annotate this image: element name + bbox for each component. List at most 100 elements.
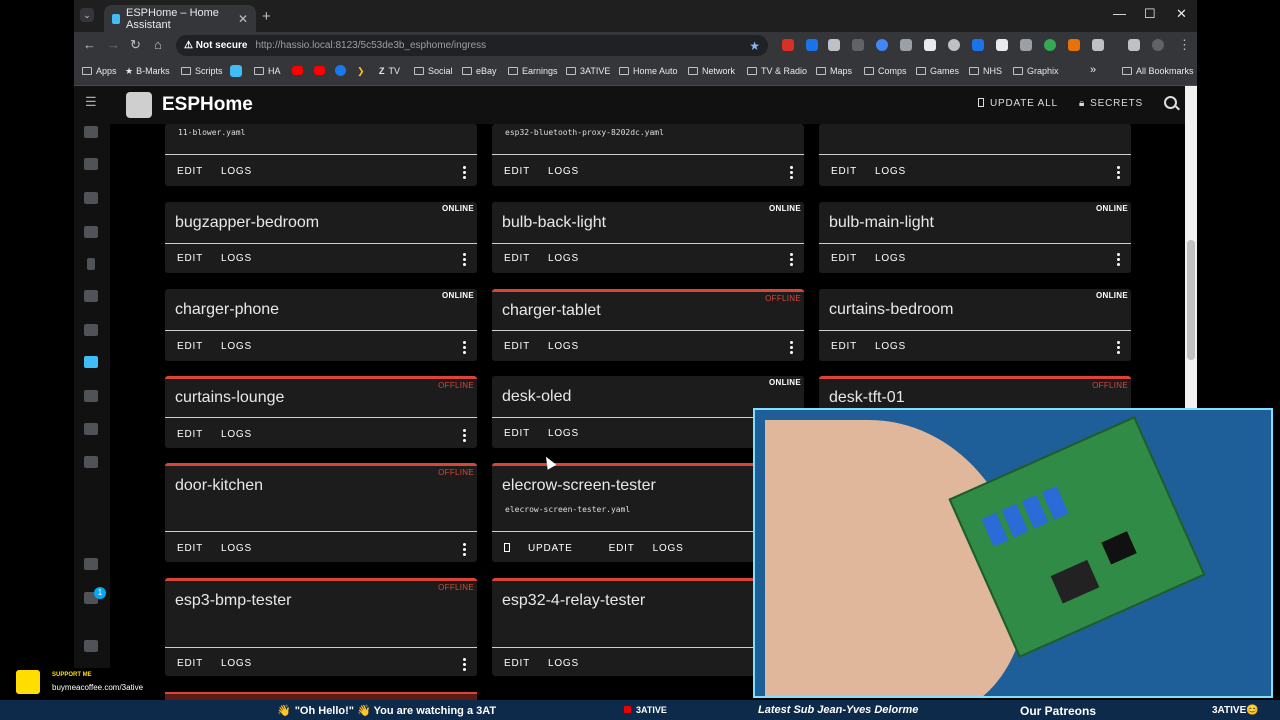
edit-button[interactable]: EDIT <box>831 341 857 352</box>
all-bookmarks[interactable]: All Bookmarks <box>1122 66 1194 76</box>
bookmark-earnings[interactable]: Earnings <box>508 66 558 76</box>
energy-icon[interactable] <box>87 258 95 270</box>
bookmark-maps[interactable]: Maps <box>816 66 852 76</box>
logs-button[interactable]: LOGS <box>221 253 252 264</box>
overflow-menu-icon[interactable] <box>790 166 793 181</box>
sidebar-menu-icon[interactable]: ☰ <box>85 94 97 110</box>
extension-icon[interactable] <box>972 39 984 51</box>
update-button[interactable]: UPDATE <box>504 543 591 554</box>
not-secure-label[interactable]: ⚠ Not secure <box>184 40 247 51</box>
bookmark-ha[interactable]: HA <box>254 66 281 76</box>
logs-button[interactable]: LOGS <box>548 166 579 177</box>
chart-icon[interactable] <box>84 226 98 238</box>
logs-button[interactable]: LOGS <box>548 428 579 439</box>
scrollbar-thumb[interactable] <box>1187 240 1195 360</box>
search-icon[interactable] <box>1164 96 1177 109</box>
extension-icon[interactable] <box>876 39 888 51</box>
logs-button[interactable]: LOGS <box>221 429 252 440</box>
camera-icon[interactable] <box>84 192 98 204</box>
edit-button[interactable]: EDIT <box>831 253 857 264</box>
logs-button[interactable]: LOGS <box>221 658 252 669</box>
extension-icon[interactable] <box>1044 39 1056 51</box>
bookmark-3ative[interactable]: 3ATIVE <box>566 66 610 76</box>
bookmark-tv[interactable]: Z TV <box>379 66 400 76</box>
logs-button[interactable]: LOGS <box>221 543 252 554</box>
logs-button[interactable]: LOGS <box>653 543 684 554</box>
extension-icon[interactable] <box>996 39 1008 51</box>
extension-icon[interactable] <box>782 39 794 51</box>
plex-icon[interactable]: ❯ <box>357 66 365 77</box>
bookmark-comps[interactable]: Comps <box>864 66 907 76</box>
youtube-icon[interactable] <box>314 66 325 75</box>
esphome-icon[interactable] <box>84 356 98 368</box>
close-tab-icon[interactable]: ✕ <box>238 12 248 26</box>
overflow-menu-icon[interactable] <box>1117 253 1120 268</box>
bookmark-apps[interactable]: Apps <box>82 66 117 76</box>
overflow-menu-icon[interactable] <box>790 253 793 268</box>
vscode-icon[interactable] <box>84 456 98 468</box>
minimize-button[interactable]: — <box>1113 6 1126 21</box>
address-bar[interactable]: ⚠ Not secure http://hassio.local:8123/5c… <box>176 35 768 56</box>
bookmark-tv-radio[interactable]: TV & Radio <box>747 66 807 76</box>
bookmark-games[interactable]: Games <box>916 66 959 76</box>
extension-icon[interactable] <box>1068 39 1080 51</box>
overflow-menu-icon[interactable] <box>790 341 793 356</box>
media-browser-icon[interactable] <box>84 390 98 402</box>
home-button[interactable]: ⌂ <box>154 37 162 52</box>
reload-button[interactable]: ↻ <box>130 37 141 53</box>
overflow-menu-icon[interactable] <box>463 341 466 356</box>
extension-icon[interactable] <box>948 39 960 51</box>
youtube-icon[interactable] <box>292 66 303 75</box>
back-button[interactable]: ← <box>83 37 96 52</box>
history-icon[interactable] <box>84 290 98 302</box>
secrets-button[interactable]: 🔒︎ SECRETS <box>1079 98 1143 109</box>
browser-menu-icon[interactable]: ⋮ <box>1178 37 1191 53</box>
more-bookmarks-button[interactable]: » <box>1090 64 1096 76</box>
close-window-button[interactable]: ✕ <box>1176 6 1187 22</box>
edit-button[interactable]: EDIT <box>504 428 530 439</box>
developer-tools-icon[interactable] <box>84 558 98 570</box>
bookmark-network[interactable]: Network <box>688 66 735 76</box>
bookmark-social[interactable]: Social <box>414 66 453 76</box>
bookmark-ebay[interactable]: eBay <box>462 66 497 76</box>
logs-button[interactable]: LOGS <box>875 341 906 352</box>
edit-button[interactable]: EDIT <box>504 658 530 669</box>
logs-button[interactable]: LOGS <box>548 341 579 352</box>
tab-search-button[interactable]: ⌄ <box>80 8 94 22</box>
edit-button[interactable]: EDIT <box>504 253 530 264</box>
update-all-button[interactable]: UPDATE ALL <box>978 98 1058 109</box>
edit-button[interactable]: EDIT <box>177 429 203 440</box>
profile-avatar[interactable] <box>1152 39 1164 51</box>
edit-button[interactable]: EDIT <box>177 253 203 264</box>
edit-button[interactable]: EDIT <box>504 341 530 352</box>
tab-esphome[interactable]: ESPHome – Home Assistant ✕ <box>104 5 256 32</box>
edit-button[interactable]: EDIT <box>177 341 203 352</box>
new-tab-button[interactable]: + <box>262 8 271 25</box>
overflow-menu-icon[interactable] <box>463 429 466 444</box>
logs-button[interactable]: LOGS <box>548 658 579 669</box>
bookmark-star-icon[interactable]: ★ <box>749 39 760 53</box>
logs-button[interactable]: LOGS <box>875 253 906 264</box>
overflow-menu-icon[interactable] <box>463 253 466 268</box>
overflow-menu-icon[interactable] <box>1117 166 1120 181</box>
extensions-puzzle-icon[interactable] <box>1092 39 1104 51</box>
bookmark-home-auto[interactable]: Home Auto <box>619 66 678 76</box>
logs-button[interactable]: LOGS <box>221 341 252 352</box>
person-icon[interactable] <box>84 158 98 170</box>
edit-button[interactable]: EDIT <box>177 166 203 177</box>
overflow-menu-icon[interactable] <box>463 543 466 558</box>
overview-icon[interactable] <box>84 126 98 138</box>
extension-icon[interactable] <box>852 39 864 51</box>
edit-button[interactable]: EDIT <box>609 543 635 554</box>
facebook-icon[interactable] <box>335 65 346 76</box>
edit-button[interactable]: EDIT <box>831 166 857 177</box>
notifications-bell-icon[interactable] <box>84 640 98 652</box>
extension-icon[interactable] <box>806 39 818 51</box>
bookmark-graphix[interactable]: Graphix <box>1013 66 1059 76</box>
logs-button[interactable]: LOGS <box>548 253 579 264</box>
logs-button[interactable]: LOGS <box>221 166 252 177</box>
home-assistant-bookmark-icon[interactable] <box>230 65 242 77</box>
edit-button[interactable]: EDIT <box>177 658 203 669</box>
overflow-menu-icon[interactable] <box>463 166 466 181</box>
overflow-menu-icon[interactable] <box>463 658 466 673</box>
